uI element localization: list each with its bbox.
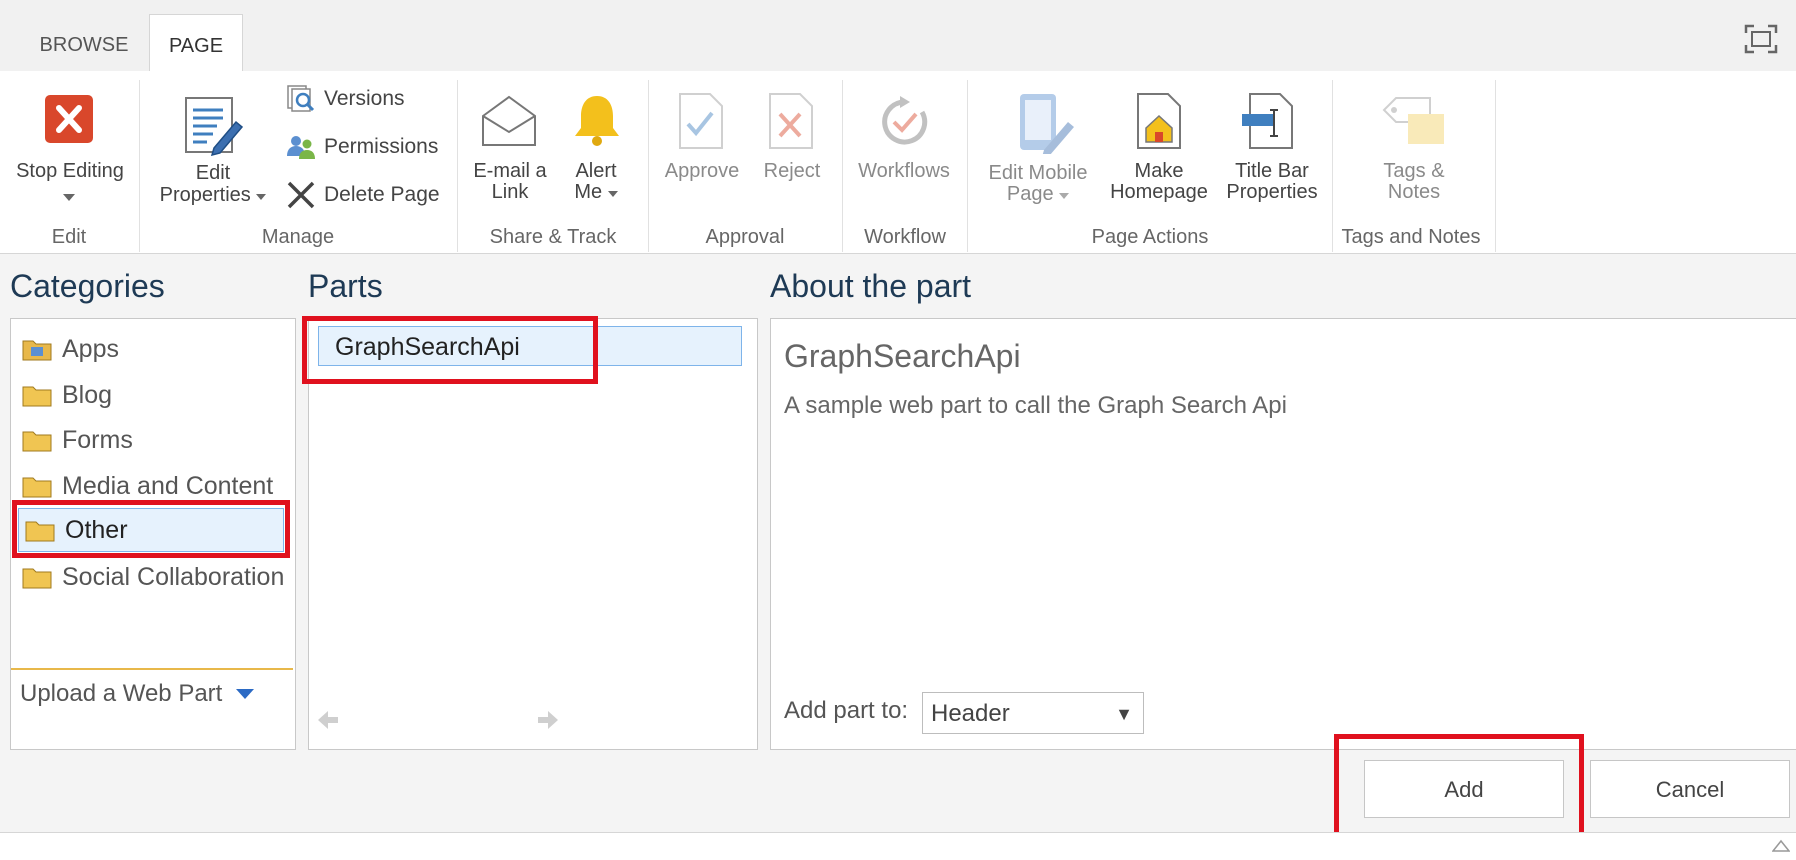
permissions-label: Permissions bbox=[324, 135, 439, 158]
alert-me-label-1[interactable]: Alert bbox=[560, 160, 632, 182]
add-part-to-value: Header bbox=[931, 700, 1010, 727]
delete-icon bbox=[287, 181, 315, 209]
workflows-button[interactable]: Workflows bbox=[846, 160, 962, 182]
group-label-share-track: Share & Track bbox=[489, 226, 617, 248]
chevron-down-icon bbox=[236, 689, 255, 699]
title-bar-properties-icon[interactable] bbox=[1240, 92, 1296, 150]
about-the-part-title: About the part bbox=[770, 268, 972, 304]
category-item-media-and-content[interactable]: Media and Content bbox=[22, 469, 273, 503]
reject-icon bbox=[768, 92, 814, 150]
edit-mobile-page-icon bbox=[1014, 92, 1076, 157]
chevron-down-icon bbox=[256, 194, 267, 200]
edit-properties-icon[interactable] bbox=[184, 94, 244, 157]
chevron-down-icon bbox=[607, 191, 618, 197]
tags-notes-label-1[interactable]: Tags & bbox=[1350, 160, 1478, 182]
make-homepage-icon[interactable] bbox=[1136, 92, 1182, 150]
email-link-icon[interactable] bbox=[480, 94, 538, 148]
category-item-forms[interactable]: Forms bbox=[22, 423, 133, 457]
cancel-button[interactable]: Cancel bbox=[1590, 760, 1790, 818]
approve-button[interactable]: Approve bbox=[656, 160, 748, 182]
edit-mobile-page-label-1[interactable]: Edit Mobile bbox=[980, 162, 1096, 184]
tags-notes-label-2[interactable]: Notes bbox=[1350, 181, 1478, 203]
upload-divider bbox=[11, 668, 293, 670]
upload-web-part-link[interactable]: Upload a Web Part bbox=[20, 680, 255, 708]
stop-editing-icon[interactable] bbox=[44, 94, 94, 144]
highlight-box-other bbox=[12, 500, 290, 558]
folder-icon bbox=[22, 568, 52, 589]
alert-me-label-2: Me bbox=[574, 181, 603, 203]
permissions-button[interactable]: Permissions bbox=[286, 130, 438, 164]
title-bar-properties-label-2[interactable]: Properties bbox=[1214, 181, 1330, 203]
group-divider bbox=[1495, 80, 1496, 252]
versions-label: Versions bbox=[324, 87, 405, 110]
categories-title: Categories bbox=[10, 268, 165, 304]
upload-web-part-label: Upload a Web Part bbox=[20, 680, 223, 707]
group-label-tags-notes: Tags and Notes bbox=[1341, 226, 1481, 248]
edit-mobile-page-label-2: Page bbox=[1006, 183, 1054, 205]
group-label-edit: Edit bbox=[51, 226, 87, 248]
category-label: Forms bbox=[62, 425, 133, 454]
make-homepage-label-1[interactable]: Make bbox=[1102, 160, 1216, 182]
category-item-blog[interactable]: Blog bbox=[22, 378, 112, 412]
group-label-manage: Manage bbox=[261, 226, 335, 248]
edit-properties-label-1[interactable]: Edit bbox=[150, 162, 276, 184]
scroll-up-icon[interactable] bbox=[1771, 838, 1791, 857]
category-label: Blog bbox=[62, 380, 113, 409]
email-link-label-2[interactable]: Link bbox=[462, 181, 558, 203]
approve-icon bbox=[678, 92, 724, 150]
edit-properties-button[interactable]: Properties bbox=[150, 184, 276, 206]
apps-folder-icon bbox=[22, 340, 52, 361]
tags-notes-icon bbox=[1382, 96, 1446, 148]
versions-icon bbox=[287, 85, 315, 112]
delete-page-button[interactable]: Delete Page bbox=[286, 178, 440, 212]
tab-page[interactable]: PAGE bbox=[149, 14, 243, 73]
tab-browse[interactable]: BROWSE bbox=[14, 14, 154, 71]
group-label-approval: Approval bbox=[705, 226, 785, 248]
reject-button[interactable]: Reject bbox=[752, 160, 832, 182]
bell-icon[interactable] bbox=[570, 92, 624, 148]
alert-me-button[interactable]: Me bbox=[560, 181, 632, 203]
dropdown-arrow-icon: ▼ bbox=[1115, 704, 1133, 724]
folder-icon bbox=[22, 477, 52, 498]
ribbon-tab-bar bbox=[0, 0, 1796, 72]
category-label: Apps bbox=[62, 334, 119, 363]
category-label: Media and Content bbox=[62, 471, 274, 500]
chevron-down-icon bbox=[63, 189, 75, 207]
chevron-down-icon bbox=[1059, 193, 1070, 199]
versions-button[interactable]: Versions bbox=[286, 82, 405, 116]
part-name: GraphSearchApi bbox=[784, 338, 1021, 374]
permissions-icon bbox=[287, 136, 315, 159]
parts-title: Parts bbox=[308, 268, 383, 304]
highlight-box-part bbox=[302, 316, 598, 384]
add-part-to-select[interactable]: Header ▼ bbox=[922, 692, 1144, 734]
about-panel bbox=[770, 318, 1796, 750]
scroll-left-icon[interactable] bbox=[316, 708, 340, 737]
group-label-workflow: Workflow bbox=[864, 226, 946, 248]
highlight-box-add bbox=[1334, 734, 1584, 846]
bottom-scrollbar bbox=[0, 832, 1796, 860]
scroll-right-icon[interactable] bbox=[536, 708, 560, 737]
edit-mobile-page-button[interactable]: Page bbox=[980, 183, 1096, 205]
make-homepage-label-2[interactable]: Homepage bbox=[1102, 181, 1216, 203]
stop-editing-button[interactable]: Stop Editing bbox=[8, 160, 132, 182]
focus-on-content-icon[interactable] bbox=[1744, 24, 1778, 54]
workflows-icon bbox=[876, 94, 932, 150]
title-bar-properties-label-1[interactable]: Title Bar bbox=[1214, 160, 1330, 182]
edit-properties-label-2: Properties bbox=[159, 184, 251, 206]
folder-icon bbox=[22, 431, 52, 452]
folder-icon bbox=[22, 386, 52, 407]
email-link-label-1[interactable]: E-mail a bbox=[462, 160, 558, 182]
category-label: Social Collaboration bbox=[62, 562, 285, 591]
category-item-apps[interactable]: Apps bbox=[22, 332, 119, 366]
add-part-to-label: Add part to: bbox=[784, 697, 909, 724]
part-description: A sample web part to call the Graph Sear… bbox=[784, 392, 1287, 419]
group-label-page-actions: Page Actions bbox=[1091, 226, 1209, 248]
delete-page-label: Delete Page bbox=[324, 183, 440, 206]
category-item-social-collaboration[interactable]: Social Collaboration bbox=[22, 560, 284, 594]
